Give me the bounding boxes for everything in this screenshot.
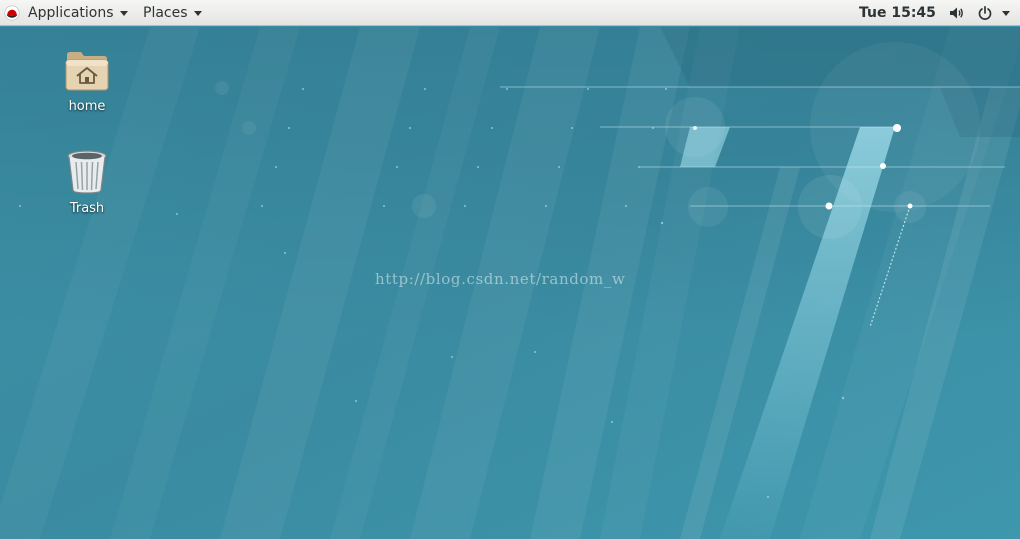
folder-home-icon [64,49,110,97]
clock-label: Tue 15:45 [859,5,936,21]
applications-menu[interactable]: Applications [28,0,128,26]
desktop-icon-home[interactable]: home [42,49,132,114]
desktop[interactable]: home Trash http://blog.csdn.net/random_w [0,27,1020,539]
applications-label: Applications [28,5,114,21]
places-label: Places [143,5,188,21]
power-icon[interactable] [977,0,995,26]
watermark: http://blog.csdn.net/random_w [375,270,626,288]
clock[interactable]: Tue 15:45 [859,0,936,26]
chevron-down-icon [1002,11,1010,16]
desktop-icon-trash[interactable]: Trash [42,149,132,216]
volume-icon[interactable] [948,0,966,26]
redhat-logo-icon[interactable] [4,0,20,26]
system-menu-arrow[interactable] [1002,0,1014,26]
chevron-down-icon [119,11,128,16]
chevron-down-icon [193,11,202,16]
desktop-icon-label: home [68,99,106,114]
desktop-icon-label: Trash [69,201,105,216]
trash-icon [65,149,109,199]
places-menu[interactable]: Places [143,0,202,26]
top-bar: Applications Places Tue 15:45 [0,0,1020,26]
